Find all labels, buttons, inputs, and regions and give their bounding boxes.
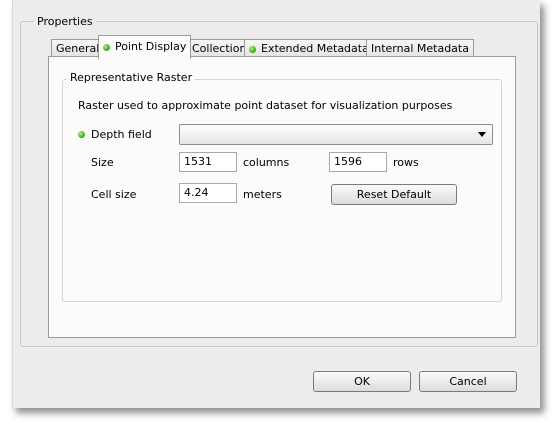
status-dot-icon	[78, 131, 85, 138]
depth-field-label: Depth field	[91, 128, 152, 141]
tab-collection-label: Collection	[192, 42, 247, 55]
representative-raster-title: Representative Raster	[67, 71, 196, 84]
rows-input[interactable]: 1596	[329, 152, 387, 172]
cancel-button[interactable]: Cancel	[419, 371, 517, 392]
depth-field-select[interactable]	[179, 124, 493, 145]
raster-description: Raster used to approximate point dataset…	[78, 99, 453, 112]
status-dot-icon	[103, 43, 110, 51]
properties-group-title: Properties	[34, 15, 96, 28]
rows-unit-label: rows	[393, 156, 419, 169]
tab-internal-metadata-label: Internal Metadata	[371, 42, 469, 55]
ok-button[interactable]: OK	[313, 371, 411, 392]
cell-size-label: Cell size	[91, 188, 137, 201]
tab-general-label: General	[56, 42, 100, 55]
tab-point-display[interactable]: Point Display	[98, 35, 192, 59]
cell-size-input[interactable]: 4.24	[179, 183, 237, 203]
columns-input[interactable]: 1531	[179, 152, 237, 172]
columns-unit-label: columns	[243, 156, 290, 169]
cell-size-unit-label: meters	[243, 188, 282, 201]
chevron-down-icon	[478, 132, 486, 137]
status-dot-icon	[249, 45, 256, 53]
reset-default-button[interactable]: Reset Default	[331, 184, 457, 205]
tab-point-display-label: Point Display	[115, 40, 187, 53]
tab-extended-metadata-label: Extended Metadata	[261, 42, 369, 55]
size-label: Size	[91, 156, 114, 169]
